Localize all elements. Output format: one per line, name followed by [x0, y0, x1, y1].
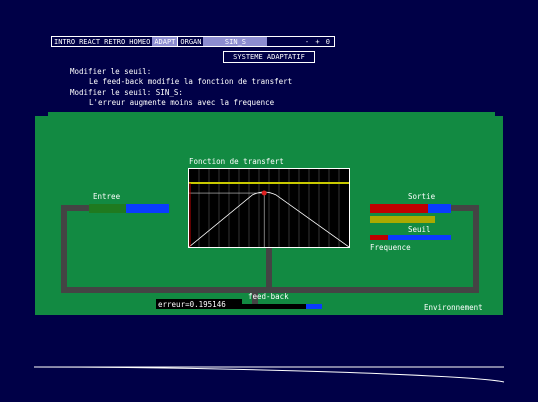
output-level-bar	[370, 204, 451, 213]
mode-value-field[interactable]: SIN_S	[203, 37, 268, 46]
menu-item-retro[interactable]: RETRO	[102, 37, 127, 46]
threshold-level-bar[interactable]	[370, 216, 451, 223]
output-label: Sortie	[408, 192, 436, 201]
transfer-function-plot[interactable]	[188, 168, 350, 248]
input-label: Entree	[93, 192, 121, 201]
menu-item-adapt[interactable]: ADAPT	[152, 37, 178, 46]
error-level-bar	[242, 304, 322, 309]
threshold-label: Seuil	[408, 225, 431, 234]
frequency-level-fill	[370, 235, 388, 240]
zoom-controls[interactable]: - + 0	[303, 37, 334, 46]
menu-item-homeo[interactable]: HOMEO	[127, 37, 152, 46]
output-level-fill	[370, 204, 428, 213]
transfer-function-graph	[188, 169, 350, 248]
error-readout-box: erreur=0.195146	[156, 299, 242, 309]
mode-menu-bar: INTRO REACT RETRO HOMEO ADAPT ORGAN SIN_…	[51, 36, 335, 47]
message-line: L'erreur augmente moins avec la frequenc…	[89, 98, 275, 107]
error-readout: erreur=0.195146	[158, 300, 226, 309]
menu-item-organ[interactable]: ORGAN	[178, 37, 203, 46]
frequency-label: Frequence	[370, 243, 411, 252]
menu-item-react[interactable]: REACT	[77, 37, 102, 46]
operating-point-marker	[261, 190, 267, 196]
feedback-label: feed-back	[248, 292, 289, 301]
loop-pipe-right	[473, 205, 479, 293]
loop-pipe-output	[450, 205, 479, 211]
loop-pipe-center	[266, 248, 272, 293]
system-title: SYSTEME ADAPTATIF	[223, 51, 315, 63]
menu-item-intro[interactable]: INTRO	[52, 37, 77, 46]
loop-pipe-left	[61, 205, 67, 293]
transfer-function-title: Fonction de transfert	[189, 157, 284, 166]
input-level-fill	[89, 204, 126, 213]
frequency-level-bar[interactable]	[370, 235, 451, 240]
environment-label: Environnement	[424, 303, 483, 312]
message-line: Le feed-back modifie la fonction de tran…	[89, 77, 293, 86]
threshold-level-fill	[370, 216, 435, 223]
error-level-fill	[242, 304, 307, 309]
environment-signal-curve	[34, 366, 505, 383]
input-level-bar	[89, 204, 169, 213]
